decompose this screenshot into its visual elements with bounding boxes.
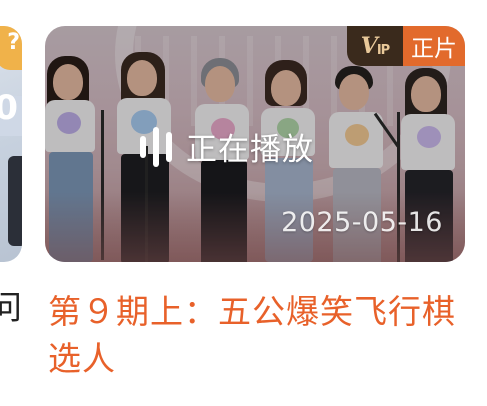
vip-suffix: IP [376, 42, 390, 58]
vip-icon: V IP [347, 26, 403, 66]
content-type-label: 正片 [403, 26, 465, 66]
vip-badge: V IP 正片 [347, 26, 465, 66]
previous-episode-thumbnail[interactable]: ? 0 [0, 26, 22, 262]
episode-title[interactable]: 第９期上：五公爆笑飞行棋选人 [48, 288, 466, 382]
current-episode-thumbnail[interactable]: V IP 正片 正在播放 2025-05-16 [45, 26, 465, 262]
now-playing-indicator: 正在播放 [140, 124, 314, 169]
release-date: 2025-05-16 [281, 207, 443, 238]
thumbnail-figure [8, 156, 22, 246]
episode-list: ? 0 问 V IP 正片 正在播放 2025-05-16 第９期上：五公爆笑飞… [0, 0, 487, 406]
vip-letter: V [360, 33, 378, 59]
previous-thumbnail-digit: 0 [0, 88, 18, 128]
previous-badge-text: ? [7, 30, 20, 55]
previous-episode-title-text: 问 [0, 288, 22, 327]
previous-episode-title[interactable]: 问 [0, 281, 22, 329]
now-playing-label: 正在播放 [186, 132, 314, 168]
previous-badge: ? [0, 26, 22, 70]
equalizer-bars-icon [140, 126, 172, 167]
